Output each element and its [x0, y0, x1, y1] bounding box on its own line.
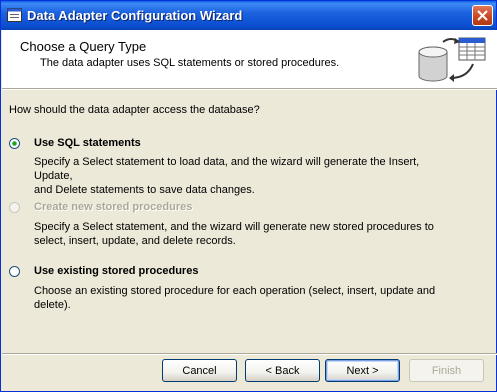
- option-description-create-new-stored-procedures: Specify a Select statement, and the wiza…: [34, 220, 454, 248]
- description-line: and Delete statements to save data chang…: [34, 184, 255, 196]
- footer-separator: [2, 353, 497, 355]
- radio-use-existing-stored-procedures[interactable]: [9, 266, 20, 277]
- window-title: Data Adapter Configuration Wizard: [27, 8, 243, 23]
- option-label-use-existing-stored-procedures[interactable]: Use existing stored procedures: [34, 265, 198, 277]
- header-separator: [2, 88, 497, 90]
- option-label-create-new-stored-procedures[interactable]: Create new stored procedures: [34, 201, 192, 213]
- radio-use-sql-statements[interactable]: [9, 138, 20, 149]
- question-label: How should the data adapter access the d…: [9, 104, 260, 116]
- wizard-header: Choose a Query Type The data adapter use…: [2, 30, 497, 88]
- app-icon: [7, 8, 22, 22]
- wizard-window: Data Adapter Configuration Wizard Choose…: [0, 0, 497, 392]
- next-button[interactable]: Next >: [325, 359, 400, 382]
- finish-button[interactable]: Finish: [409, 359, 484, 382]
- option-description-use-sql-statements: Specify a Select statement to load data,…: [34, 155, 454, 197]
- back-button[interactable]: < Back: [245, 359, 320, 382]
- radio-create-new-stored-procedures[interactable]: [9, 202, 20, 213]
- description-line: delete).: [34, 299, 71, 311]
- database-table-icon: [418, 37, 486, 82]
- option-label-use-sql-statements[interactable]: Use SQL statements: [34, 137, 141, 149]
- page-subtitle: The data adapter uses SQL statements or …: [40, 57, 340, 69]
- option-description-use-existing-stored-procedures: Choose an existing stored procedure for …: [34, 284, 454, 312]
- description-line: select, insert, update, and delete recor…: [34, 235, 236, 247]
- title-bar[interactable]: Data Adapter Configuration Wizard: [1, 1, 496, 30]
- description-line: Choose an existing stored procedure for …: [34, 285, 436, 297]
- page-title: Choose a Query Type: [20, 39, 147, 54]
- description-line: Specify a Select statement to load data,…: [34, 156, 420, 182]
- cancel-button[interactable]: Cancel: [162, 359, 237, 382]
- close-button[interactable]: [472, 5, 493, 26]
- description-line: Specify a Select statement, and the wiza…: [34, 221, 434, 233]
- close-icon: [477, 10, 488, 21]
